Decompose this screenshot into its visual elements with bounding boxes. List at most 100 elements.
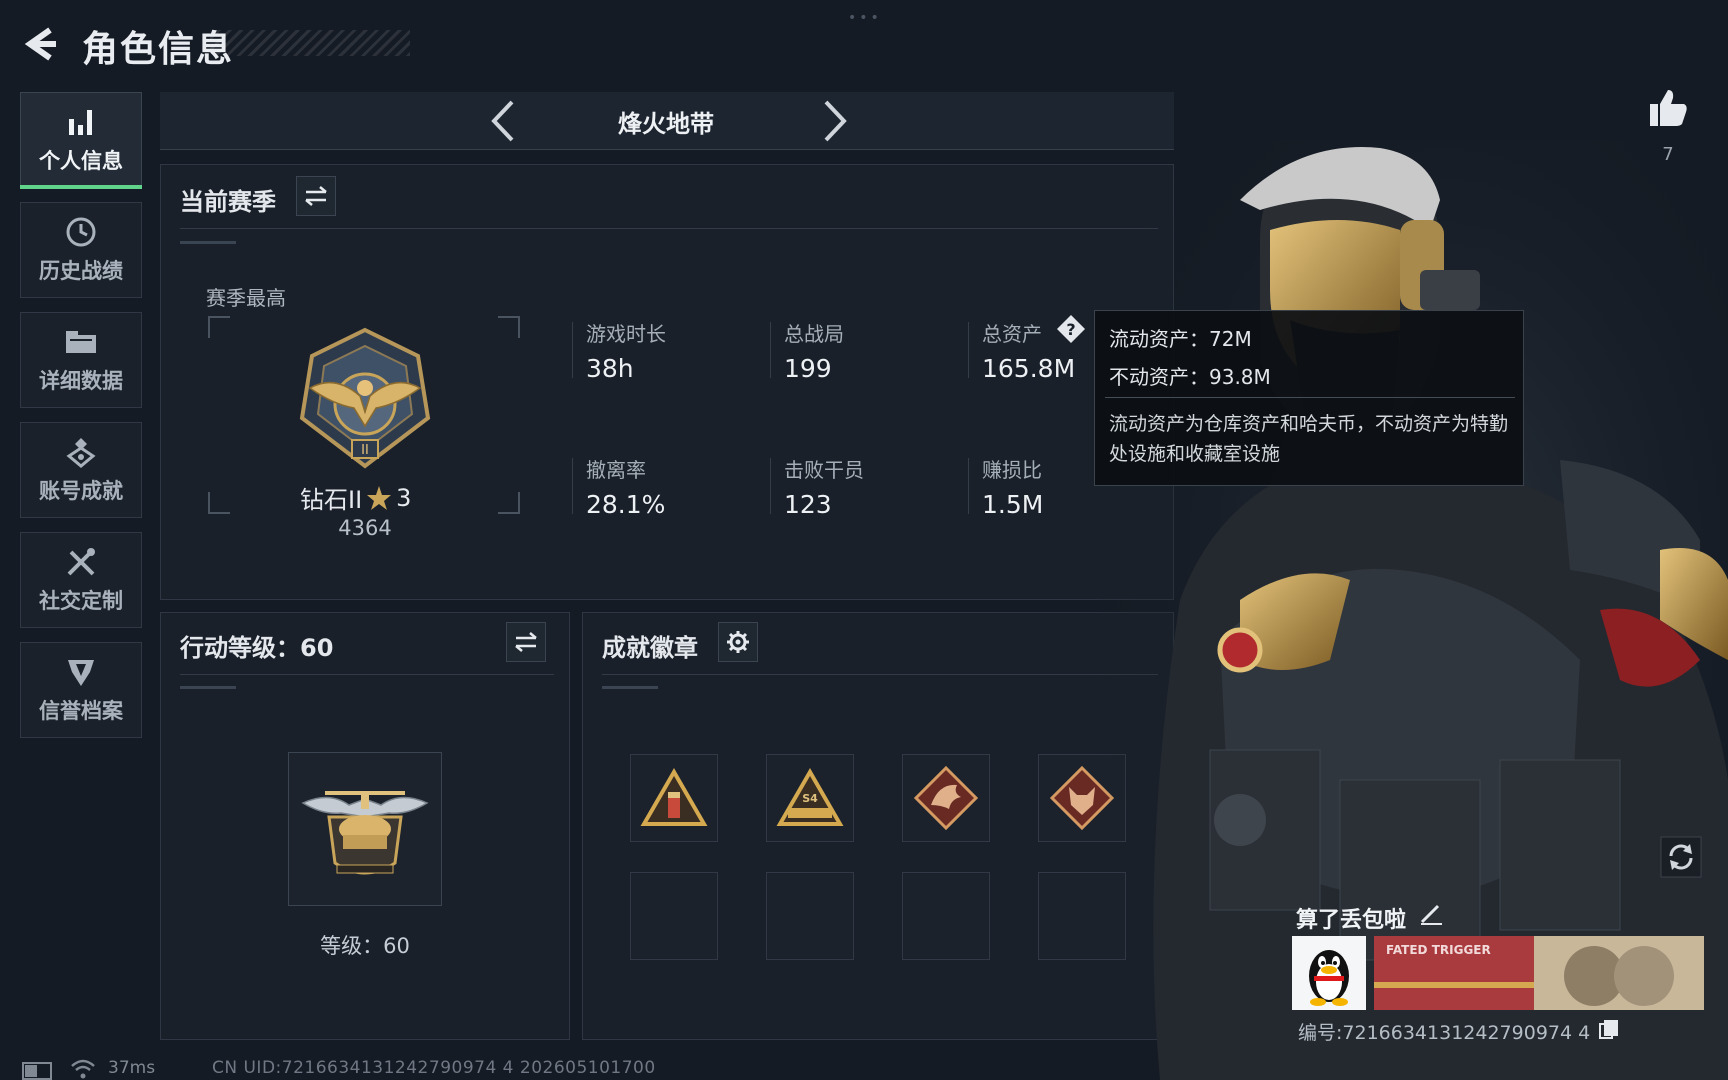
- gear-icon: [727, 631, 749, 653]
- badge-slot-pyramid[interactable]: [630, 754, 718, 842]
- badge-title: 成就徽章: [602, 634, 698, 662]
- badge-slot-empty[interactable]: [630, 872, 718, 960]
- stat-separator: [770, 322, 771, 378]
- nav-item-social-customize[interactable]: 社交定制: [20, 532, 142, 628]
- clock-icon: [63, 215, 99, 249]
- tooltip-fixed-assets: 不动资产：93.8M: [1109, 365, 1271, 389]
- level-title: 行动等级：60: [180, 634, 334, 662]
- like-count: 7: [1662, 144, 1674, 165]
- wifi-icon: [70, 1058, 96, 1080]
- stat-value-operators-defeated: 123: [784, 490, 832, 519]
- season-best-label: 赛季最高: [206, 286, 286, 310]
- uid-line: CN UID:7216634131242790974 4 20260510170…: [212, 1058, 656, 1078]
- nav-item-history[interactable]: 历史战绩: [20, 202, 142, 298]
- badge-slot-empty[interactable]: [902, 872, 990, 960]
- stat-label-profit-loss: 赚损比: [982, 458, 1042, 482]
- tooltip-liquid-assets: 流动资产：72M: [1109, 327, 1252, 351]
- back-button[interactable]: [20, 24, 60, 64]
- rotate-button[interactable]: [1660, 836, 1702, 878]
- latency-text: 37ms: [108, 1058, 156, 1078]
- chevron-left-icon: [491, 100, 514, 142]
- level-divider-accent: [180, 686, 236, 689]
- name-card[interactable]: FATED TRIGGER: [1374, 936, 1704, 1010]
- nav-label: 社交定制: [39, 589, 123, 613]
- tools-icon: [63, 545, 99, 579]
- chevron-right-icon: [824, 100, 847, 142]
- asset-tooltip: 流动资产：72M 不动资产：93.8M 流动资产为仓库资产和哈夫币，不动资产为特…: [1094, 310, 1524, 486]
- swap-icon: [515, 632, 537, 652]
- nav-label: 历史战绩: [39, 259, 123, 283]
- medal-icon: [63, 435, 99, 469]
- stat-value-playtime: 38h: [586, 354, 634, 383]
- top-handle-dots: •••: [848, 10, 882, 26]
- card-text: FATED TRIGGER: [1386, 943, 1491, 957]
- dragon-badge-icon: [913, 765, 979, 831]
- stat-label-operators-defeated: 击败干员: [784, 458, 864, 482]
- rank-points: 4364: [338, 516, 392, 540]
- tooltip-note: 流动资产为仓库资产和哈夫币，不动资产为特勤处设施和收藏室设施: [1109, 413, 1509, 465]
- avatar[interactable]: [1292, 936, 1366, 1010]
- badge-settings-button[interactable]: [718, 622, 758, 662]
- frame-corner: [208, 492, 230, 514]
- swap-icon: [305, 186, 327, 206]
- nav-item-reputation[interactable]: 信誉档案: [20, 642, 142, 738]
- rank-stars: 3: [396, 483, 412, 512]
- nav-item-achievements[interactable]: 账号成就: [20, 422, 142, 518]
- help-icon[interactable]: ?: [1056, 314, 1086, 344]
- stat-separator: [770, 458, 771, 514]
- svg-text:?: ?: [1066, 320, 1075, 339]
- stat-label-total-matches: 总战局: [784, 322, 844, 346]
- star-icon: [367, 485, 392, 510]
- rank-name-row: 钻石II 3: [300, 480, 411, 515]
- frame-corner: [498, 316, 520, 338]
- tooltip-divider: [1105, 397, 1515, 398]
- stat-label-extract-rate: 撤离率: [586, 458, 646, 482]
- rotate-icon: [1660, 836, 1702, 878]
- stat-value-total-assets: 165.8M: [982, 354, 1076, 383]
- mode-prev-button[interactable]: [484, 98, 524, 144]
- svg-text:II: II: [361, 443, 369, 458]
- folder-icon: [63, 325, 99, 359]
- back-arrow-icon: [24, 27, 56, 61]
- battery-icon: [22, 1062, 56, 1080]
- pyramid-s4-badge-icon: S4: [776, 768, 844, 826]
- stat-value-profit-loss: 1.5M: [982, 490, 1044, 519]
- rank-name: 钻石II: [300, 486, 363, 514]
- stat-separator: [572, 458, 573, 514]
- qq-penguin-icon: [1309, 950, 1349, 1006]
- stat-separator: [968, 458, 969, 514]
- player-id: 编号:7216634131242790974 4: [1298, 1022, 1591, 1044]
- edit-name-button[interactable]: [1418, 900, 1444, 926]
- level-switch-button[interactable]: [506, 622, 546, 662]
- stat-separator: [572, 322, 573, 378]
- nav-label: 账号成就: [39, 479, 123, 503]
- thumbs-up-icon: [1650, 90, 1687, 126]
- badge-slot-dragon[interactable]: [902, 754, 990, 842]
- mode-next-button[interactable]: [814, 98, 854, 144]
- season-switch-button[interactable]: [296, 176, 336, 216]
- badge-slot-empty[interactable]: [766, 872, 854, 960]
- pencil-icon: [1420, 904, 1442, 925]
- badge-slot-pyramid-s4[interactable]: S4: [766, 754, 854, 842]
- nav-item-detailed-data[interactable]: 详细数据: [20, 312, 142, 408]
- nav-label: 详细数据: [39, 369, 123, 393]
- nav-label: 信誉档案: [39, 699, 123, 723]
- like-button[interactable]: [1646, 86, 1690, 130]
- title-decoration: [210, 30, 410, 56]
- level-text: 等级：60: [320, 934, 410, 958]
- pyramid-badge-icon: [640, 768, 708, 826]
- stat-value-total-matches: 199: [784, 354, 832, 383]
- name-card-art: FATED TRIGGER: [1374, 936, 1704, 1010]
- season-divider-accent: [180, 241, 236, 244]
- season-title: 当前赛季: [180, 188, 276, 216]
- stat-value-extract-rate: 28.1%: [586, 490, 666, 519]
- shield-icon: [63, 655, 99, 689]
- player-name: 算了丢包啦: [1296, 908, 1407, 933]
- frame-corner: [208, 316, 230, 338]
- season-divider: [180, 228, 1158, 229]
- nav-item-personal-info[interactable]: 个人信息: [20, 92, 142, 189]
- copy-id-button[interactable]: [1598, 1018, 1620, 1040]
- stat-separator: [968, 322, 969, 378]
- copy-icon: [1599, 1020, 1618, 1039]
- mode-title: 烽火地带: [618, 110, 714, 138]
